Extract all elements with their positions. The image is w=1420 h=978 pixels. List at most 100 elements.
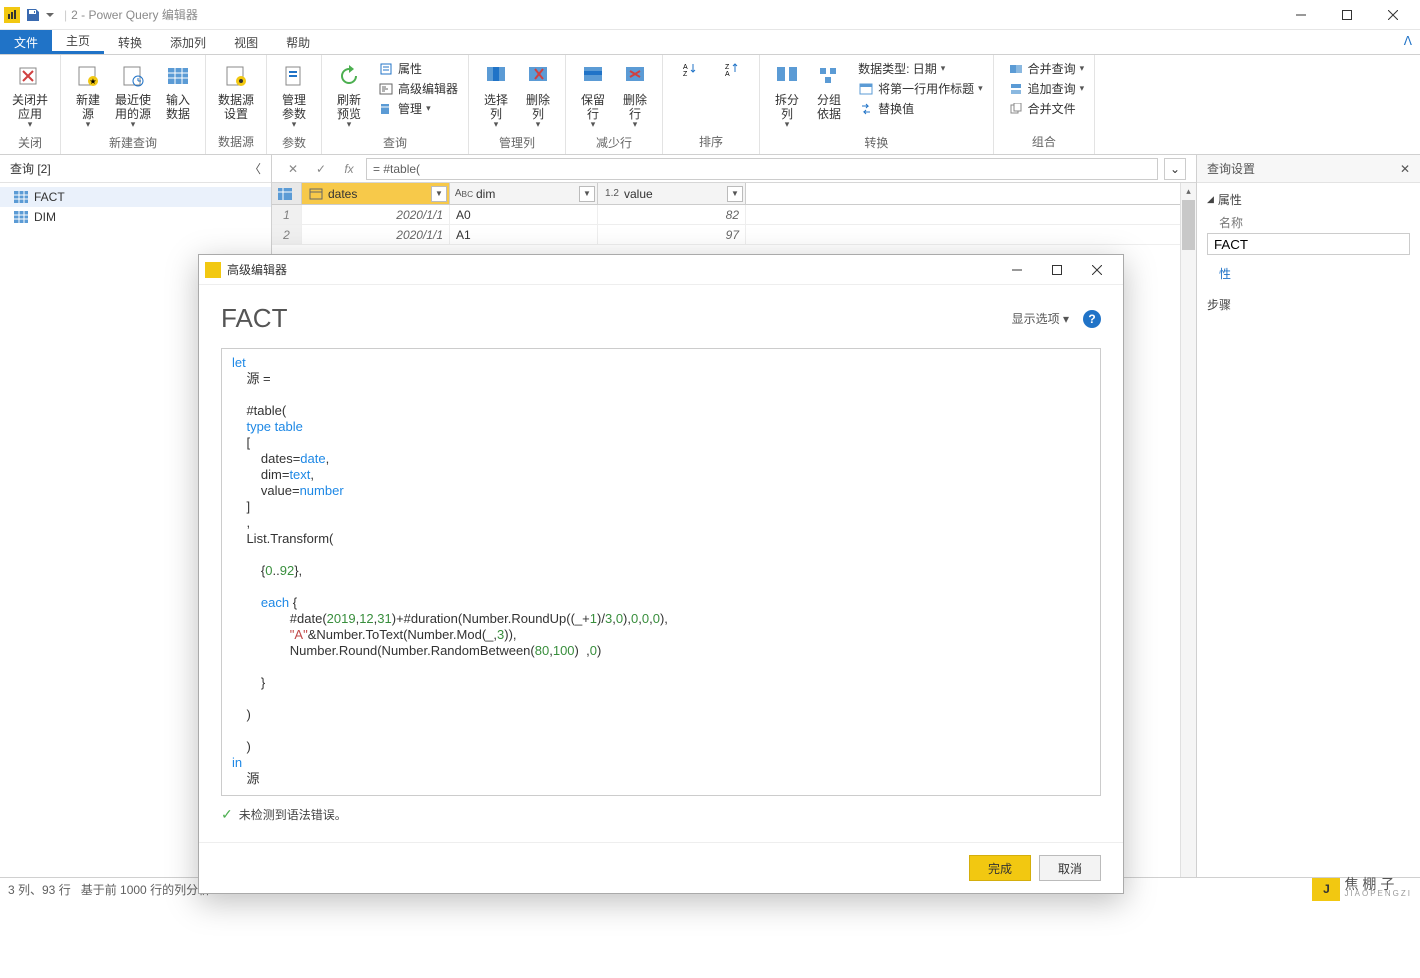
type-icon[interactable]: 1.2 [604, 187, 620, 201]
tab-view[interactable]: 视图 [220, 30, 272, 54]
tab-home[interactable]: 主页 [52, 30, 104, 54]
group-transform-label: 转换 [766, 132, 987, 155]
split-column-button[interactable]: 拆分 列▾ [766, 59, 808, 132]
sort-desc-button[interactable]: ZA [711, 59, 753, 81]
enter-data-button[interactable]: 输入 数据 [157, 59, 199, 123]
settings-name-input[interactable] [1207, 233, 1410, 255]
queries-header: 查询 [2]〈 [0, 155, 271, 183]
type-icon[interactable] [308, 187, 324, 201]
group-by-button[interactable]: 分组 依据 [808, 59, 850, 123]
keep-rows-button[interactable]: 保留 行▾ [572, 59, 614, 132]
formula-input[interactable]: = #table( [366, 158, 1158, 180]
status-profile: 基于前 1000 行的列分析 [81, 881, 210, 898]
column-header[interactable]: 1.2value▼ [598, 183, 746, 204]
app-titlebar: | 2 - Power Query 编辑器 [0, 0, 1420, 30]
advanced-editor-button[interactable]: 高级编辑器 [374, 79, 462, 98]
formula-expand-icon[interactable]: ⌄ [1164, 158, 1186, 180]
collapse-ribbon-icon[interactable]: ᐱ [1404, 34, 1412, 48]
column-filter-icon[interactable]: ▼ [431, 186, 447, 202]
column-filter-icon[interactable]: ▼ [579, 186, 595, 202]
save-icon[interactable] [26, 8, 40, 22]
column-header[interactable]: ABCdim▼ [450, 183, 598, 204]
group-datasource-label: 数据源 [212, 131, 260, 154]
settings-steps-label: 步骤 [1207, 296, 1410, 313]
manage-button[interactable]: 管理▾ [374, 99, 462, 118]
properties-button[interactable]: 属性 [374, 59, 462, 78]
query-item[interactable]: DIM [0, 207, 271, 227]
replace-values-button[interactable]: 替换值 [854, 99, 987, 118]
column-header[interactable]: dates▼ [302, 183, 450, 204]
row-header-corner[interactable] [272, 183, 302, 204]
svg-text:A: A [725, 71, 730, 76]
data-type-button[interactable]: 数据类型: 日期▾ [854, 59, 987, 78]
ribbon-tabs: 文件 主页 转换 添加列 视图 帮助 ᐱ [0, 30, 1420, 55]
group-managecols-label: 管理列 [475, 132, 559, 155]
table-row[interactable]: 12020/1/1A082 [272, 205, 1196, 225]
formula-cancel-icon[interactable]: ✕ [282, 158, 304, 180]
help-icon[interactable]: ? [1083, 310, 1101, 328]
append-queries-button[interactable]: 追加查询▾ [1004, 79, 1089, 98]
done-button[interactable]: 完成 [969, 855, 1031, 881]
table-row[interactable]: 22020/1/1A197 [272, 225, 1196, 245]
dialog-titlebar: 高级编辑器 [199, 255, 1123, 285]
manage-params-button[interactable]: 管理 参数▾ [273, 59, 315, 132]
qat-dropdown-icon[interactable] [46, 13, 54, 17]
dialog-maximize-button[interactable] [1037, 256, 1077, 284]
choose-columns-button[interactable]: 选择 列▾ [475, 59, 517, 132]
group-sort-label: 排序 [669, 131, 753, 154]
datasource-settings-button[interactable]: 数据源 设置 [212, 59, 260, 123]
dialog-minimize-button[interactable] [997, 256, 1037, 284]
svg-text:A: A [683, 64, 688, 71]
tab-file[interactable]: 文件 [0, 30, 52, 54]
settings-prop-link[interactable]: 性 [1219, 265, 1410, 282]
group-newquery-label: 新建查询 [67, 132, 199, 155]
settings-properties-label: ◢属性 [1207, 191, 1410, 208]
combine-files-button[interactable]: 合并文件 [1004, 99, 1089, 118]
close-apply-button[interactable]: 关闭并 应用▾ [6, 59, 54, 132]
formula-commit-icon[interactable]: ✓ [310, 158, 332, 180]
tab-help[interactable]: 帮助 [272, 30, 324, 54]
refresh-preview-button[interactable]: 刷新 预览▾ [328, 59, 370, 132]
check-icon: ✓ [221, 806, 233, 823]
query-item[interactable]: FACT [0, 187, 271, 207]
close-settings-icon[interactable]: ✕ [1400, 162, 1410, 176]
query-settings-pane: 查询设置✕ ◢属性 名称 性 步骤 [1196, 155, 1420, 877]
dialog-close-button[interactable] [1077, 256, 1117, 284]
group-rows-label: 减少行 [572, 132, 656, 155]
group-combine-label: 组合 [1000, 131, 1089, 154]
dialog-icon [205, 262, 221, 278]
tab-transform[interactable]: 转换 [104, 30, 156, 54]
formula-fx-icon[interactable]: fx [338, 158, 360, 180]
group-close-label: 关闭 [6, 132, 54, 155]
remove-rows-button[interactable]: 删除 行▾ [614, 59, 656, 132]
type-icon[interactable]: ABC [456, 187, 472, 201]
tab-addcolumn[interactable]: 添加列 [156, 30, 220, 54]
cancel-button[interactable]: 取消 [1039, 855, 1101, 881]
dialog-query-name: FACT [221, 303, 287, 334]
brand-logo: J [1312, 878, 1340, 901]
first-row-header-button[interactable]: 将第一行用作标题▾ [854, 79, 987, 98]
window-title: 2 - Power Query 编辑器 [71, 6, 198, 23]
close-button[interactable] [1370, 0, 1416, 30]
brand-area: J 焦棚子JIAOPENGZI [1312, 878, 1412, 901]
separator: | [64, 8, 67, 22]
remove-columns-button[interactable]: 删除 列▾ [517, 59, 559, 132]
table-icon [14, 211, 28, 223]
maximize-button[interactable] [1324, 0, 1370, 30]
vertical-scrollbar[interactable]: ▴ [1180, 183, 1196, 877]
collapse-queries-icon[interactable]: 〈 [249, 160, 261, 177]
advanced-editor-dialog: 高级编辑器 FACT 显示选项 ▾ ? let 源 = #table( type… [198, 254, 1124, 894]
sort-asc-button[interactable]: AZ [669, 59, 711, 81]
minimize-button[interactable] [1278, 0, 1324, 30]
column-filter-icon[interactable]: ▼ [727, 186, 743, 202]
code-editor[interactable]: let 源 = #table( type table [ dates=date,… [221, 348, 1101, 796]
new-source-button[interactable]: ★新建 源▾ [67, 59, 109, 132]
settings-name-label: 名称 [1219, 214, 1410, 231]
svg-text:Z: Z [725, 64, 730, 71]
svg-text:★: ★ [89, 77, 96, 86]
table-icon [14, 191, 28, 203]
recent-source-button[interactable]: 最近使 用的源▾ [109, 59, 157, 132]
merge-queries-button[interactable]: 合并查询▾ [1004, 59, 1089, 78]
svg-text:Z: Z [683, 71, 688, 76]
display-options-dropdown[interactable]: 显示选项 ▾ [1012, 310, 1069, 327]
